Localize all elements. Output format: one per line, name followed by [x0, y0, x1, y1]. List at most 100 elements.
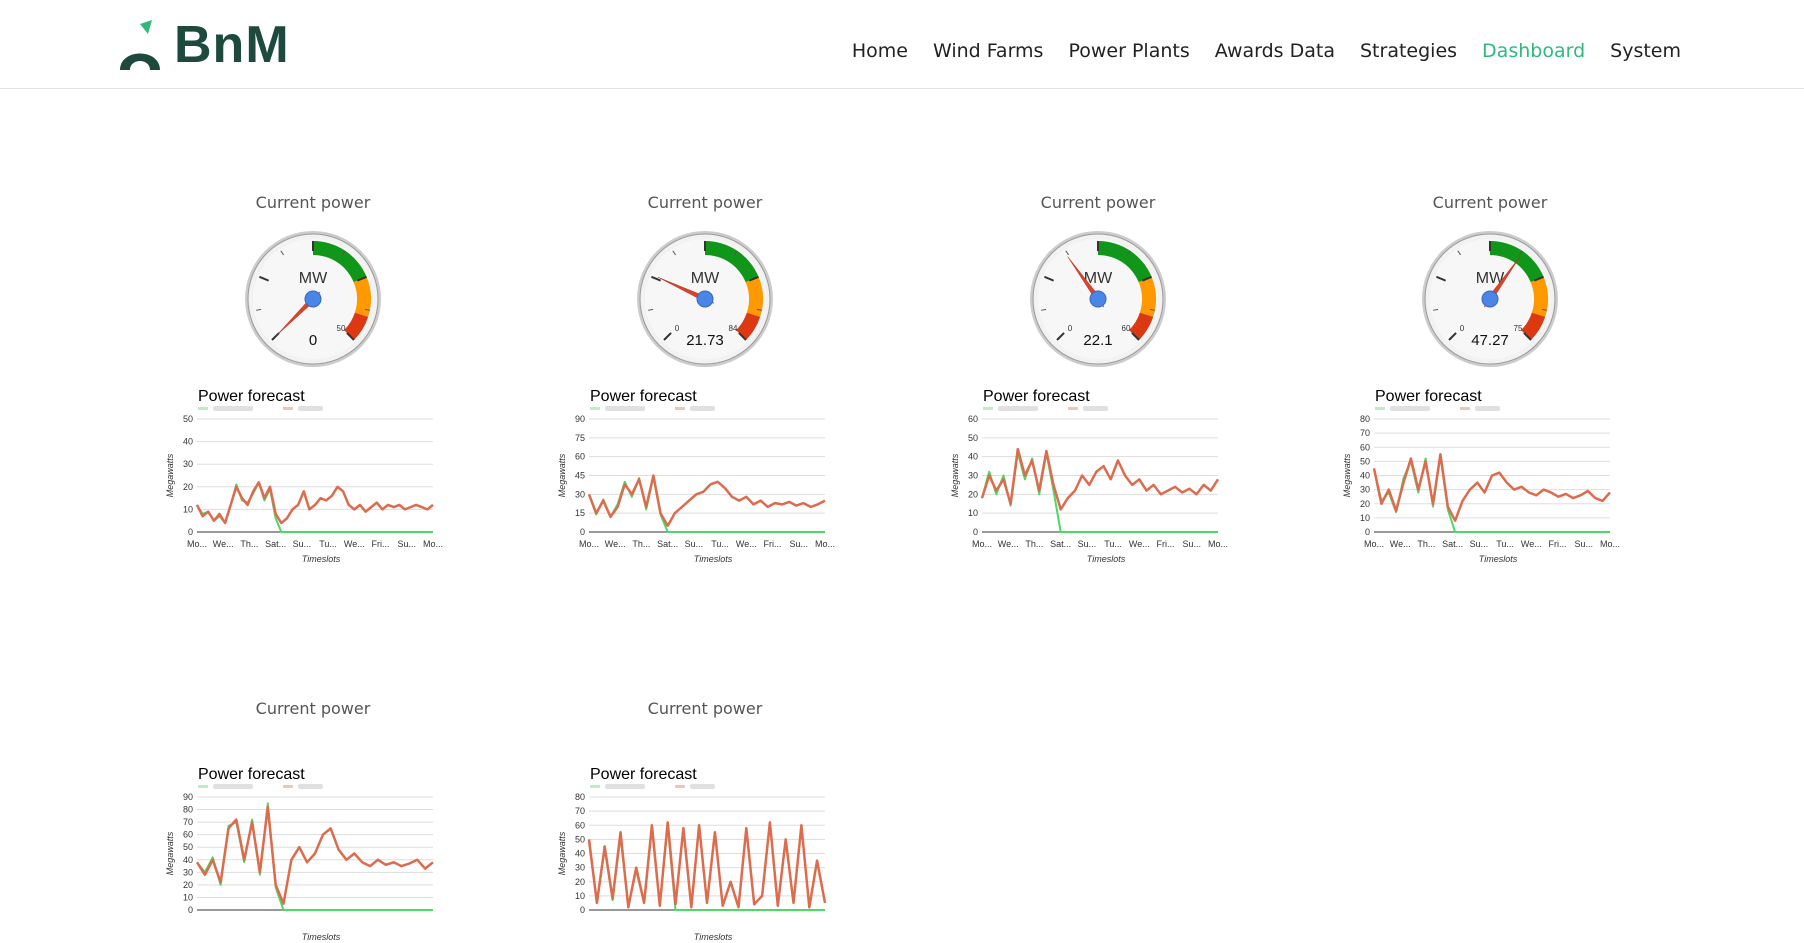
power-gauge: 0 75MW47.27 — [1422, 231, 1558, 367]
nav-strategies[interactable]: Strategies — [1360, 40, 1457, 62]
x-tick-label: Tu... — [319, 539, 337, 549]
x-tick-label: Su... — [398, 539, 417, 549]
x-tick-label: Fri... — [1549, 539, 1567, 549]
farm-panel: Current power 0 60 MW 22.1 Power forecast 0 1… — [948, 155, 1248, 615]
y-tick-label: 40 — [575, 849, 585, 859]
x-axis-label: Timeslots — [694, 554, 733, 564]
legend-marker — [1068, 407, 1078, 410]
legend-marker — [590, 785, 600, 788]
x-tick-label: Tu... — [1104, 539, 1122, 549]
x-tick-label: Mo... — [1600, 539, 1620, 549]
forecast-series-line — [1372, 453, 1611, 522]
gauge-min-label: 0 — [675, 324, 680, 333]
y-tick-label: 10 — [183, 504, 193, 514]
chart-title: Power forecast — [590, 388, 697, 405]
y-tick-label: 50 — [1360, 456, 1370, 466]
power-forecast-chart: Power forecast 0 10 20 30 40 50 60 70 80 Timeslots… — [557, 766, 827, 942]
legend-label — [213, 784, 253, 789]
x-tick-label: Mo... — [1208, 539, 1228, 549]
gauge-hub — [304, 290, 322, 308]
chart-title: Power forecast — [1375, 388, 1482, 405]
y-tick-label: 70 — [575, 806, 585, 816]
y-tick-label: 20 — [183, 880, 193, 890]
legend-marker — [198, 785, 208, 788]
x-tick-label: Mo... — [187, 539, 207, 549]
x-tick-label: Th... — [1417, 539, 1435, 549]
y-tick-label: 40 — [1360, 471, 1370, 481]
x-tick-label: We... — [998, 539, 1019, 549]
nav-home[interactable]: Home — [852, 40, 908, 62]
y-tick-label: 60 — [575, 452, 585, 462]
x-tick-label: Su... — [1575, 539, 1594, 549]
x-tick-label: We... — [344, 539, 365, 549]
legend-label — [605, 784, 645, 789]
farm-panel: Current power 0 84 MW 21.73 Power forecast 0… — [555, 155, 855, 615]
current-power-label: Current power — [647, 193, 763, 212]
gauge-unit-label: MW — [299, 270, 328, 287]
bnm-logo[interactable]: BnM — [118, 18, 294, 72]
chart-title: Power forecast — [590, 766, 697, 783]
x-axis-label: Timeslots — [694, 932, 733, 942]
legend-marker — [283, 407, 293, 410]
y-tick-label: 20 — [1360, 499, 1370, 509]
y-tick-label: 40 — [968, 452, 978, 462]
x-tick-label: Mo... — [579, 539, 599, 549]
y-axis-label: Megawatts — [950, 453, 960, 497]
power-forecast-chart: Power forecast 0 10 20 30 40 50 60 70 80 90 Timeslo… — [165, 766, 434, 942]
x-tick-label: Fri... — [372, 539, 390, 549]
y-tick-label: 60 — [1360, 442, 1370, 452]
chart-title: Power forecast — [198, 766, 305, 783]
gauge-value-label: 21.73 — [686, 332, 724, 349]
legend-marker — [675, 785, 685, 788]
x-tick-label: Th... — [240, 539, 258, 549]
y-tick-label: 90 — [183, 792, 193, 802]
x-axis-label: Timeslots — [302, 932, 341, 942]
y-tick-label: 90 — [575, 414, 585, 424]
x-tick-label: We... — [736, 539, 757, 549]
y-tick-label: 45 — [575, 471, 585, 481]
current-power-label: Current power — [1040, 193, 1156, 212]
y-tick-label: 80 — [1360, 414, 1370, 424]
nav-power-plants[interactable]: Power Plants — [1068, 40, 1189, 62]
y-tick-label: 10 — [183, 892, 193, 902]
x-axis-label: Timeslots — [1087, 554, 1126, 564]
power-gauge: 50 MW 0 — [245, 231, 381, 367]
y-tick-label: 20 — [575, 877, 585, 887]
y-tick-label: 15 — [575, 508, 585, 518]
current-power-label: Current power — [255, 699, 371, 718]
x-tick-label: Su... — [790, 539, 809, 549]
legend-label — [1390, 406, 1430, 411]
gauge-max-label: 50 — [337, 324, 346, 333]
gauge-max-label: 60 — [1122, 324, 1131, 333]
y-tick-label: 50 — [575, 834, 585, 844]
y-tick-label: 30 — [183, 867, 193, 877]
legend-label — [298, 406, 323, 411]
y-axis-label: Megawatts — [165, 453, 175, 497]
x-tick-label: Sat... — [1442, 539, 1463, 549]
farm-panel: Current power 0 75 MW 47.27 Power forecast 0… — [1340, 155, 1640, 615]
nav-dashboard[interactable]: Dashboard — [1482, 40, 1585, 62]
legend-label — [605, 406, 645, 411]
x-tick-label: Mo... — [1364, 539, 1384, 549]
gauge-value-label: 0 — [309, 332, 317, 349]
gauge-max-label: 84 — [729, 324, 738, 333]
nav-system[interactable]: System — [1610, 40, 1681, 62]
forecast-series-line — [195, 481, 434, 525]
gauge-hub — [696, 290, 714, 308]
current-power-label: Current power — [647, 699, 763, 718]
power-forecast-chart: Power forecast 0 10 20 30 40 50 60 70 80 Mo... We..… — [1342, 388, 1620, 564]
x-tick-label: Sat... — [265, 539, 286, 549]
y-tick-label: 75 — [575, 433, 585, 443]
y-tick-label: 80 — [183, 805, 193, 815]
y-tick-label: 60 — [575, 820, 585, 830]
x-tick-label: Su... — [1183, 539, 1202, 549]
nav-wind-farms[interactable]: Wind Farms — [933, 40, 1044, 62]
chart-title: Power forecast — [198, 388, 305, 405]
x-axis-label: Timeslots — [1479, 554, 1518, 564]
y-tick-label: 50 — [968, 433, 978, 443]
y-tick-label: 0 — [580, 905, 585, 915]
power-forecast-chart: Power forecast 0 10 20 30 40 50 Mo... We... Th...… — [165, 388, 443, 564]
legend-label — [1475, 406, 1500, 411]
nav-awards-data[interactable]: Awards Data — [1215, 40, 1335, 62]
logo-text: BnM — [174, 16, 290, 74]
